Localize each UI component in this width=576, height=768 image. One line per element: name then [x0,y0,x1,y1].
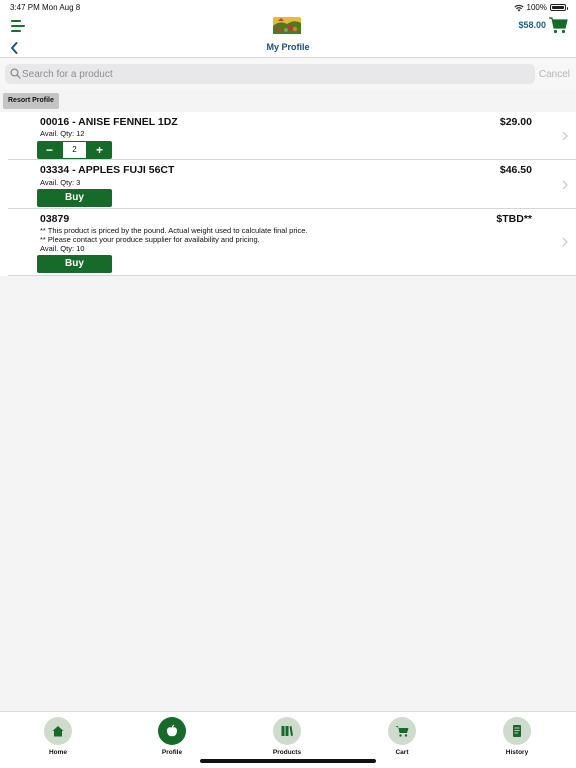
search-box[interactable] [5,64,535,84]
decrement-button[interactable]: − [37,141,62,159]
tab-icon-circle [503,717,531,745]
tab-icon-circle [44,717,72,745]
home-indicator [200,759,376,763]
tab-label: Cart [395,749,409,756]
tab-label: History [505,749,529,756]
status-time: 3:47 PM [10,3,40,12]
product-title: 03334 - APPLES FUJI 56CT [40,164,175,176]
tab-history[interactable]: History [487,716,547,760]
product-avail-qty: Avail. Qty: 10 [40,244,85,253]
product-price: $TBD** [496,213,532,225]
tab-label: Home [48,749,68,756]
status-indicators: 100% [513,3,568,12]
tab-products[interactable]: Products [257,716,317,760]
apple-icon [166,724,178,737]
product-note-contact: ** Please contact your produce supplier … [40,235,260,244]
product-avail-qty: Avail. Qty: 3 [40,178,81,187]
product-title: 03879 [40,213,70,225]
shopping-cart-icon[interactable] [548,15,568,35]
home-icon [52,726,64,737]
tab-icon-circle [388,717,416,745]
cart-icon [395,726,409,737]
document-icon [513,725,521,737]
product-price: $29.00 [499,116,532,128]
product-row[interactable]: 03879 $TBD** ** This product is priced b… [8,209,576,276]
product-row[interactable]: 03334 - APPLES FUJI 56CT $46.50 Avail. Q… [8,160,576,209]
tab-cart[interactable]: Cart [372,716,432,760]
status-date: Mon Aug 8 [42,3,81,12]
product-price: $46.50 [499,164,532,176]
buy-button[interactable]: Buy [37,255,112,273]
hamburger-icon[interactable] [11,20,25,32]
tab-label: Products [272,749,302,756]
tab-icon-circle [158,717,186,745]
battery-fill [552,6,564,9]
status-bar: 3:47 PM Mon Aug 8 100% [0,0,576,14]
wifi-icon [513,4,524,11]
battery-percent: 100% [526,3,547,12]
cancel-button[interactable]: Cancel [539,69,570,80]
product-note-pound: ** This product is priced by the pound. … [40,226,308,235]
resort-profile-button[interactable]: Resort Profile [3,93,59,109]
cart-total[interactable]: $58.00 [518,20,546,30]
search-bar: Cancel [0,59,576,90]
chevron-right-icon [562,180,568,190]
tab-icon-circle [273,717,301,745]
increment-button[interactable]: + [87,141,112,159]
nav-bar: My Profile [0,38,576,58]
quantity-field[interactable]: 2 [62,141,87,159]
books-icon [281,726,293,736]
battery-icon [550,4,568,11]
search-icon [10,68,21,79]
tab-label: Profile [161,749,183,756]
buy-button[interactable]: Buy [37,189,112,207]
product-list: 00016 - ANISE FENNEL 1DZ $29.00 Avail. Q… [0,112,576,276]
quantity-stepper: − 2 + [37,141,112,159]
search-input[interactable] [22,64,522,84]
product-avail-qty: Avail. Qty: 12 [40,129,85,138]
tab-profile[interactable]: Profile [142,716,202,760]
chevron-right-icon [562,131,568,141]
page-title: My Profile [266,42,310,52]
product-row[interactable]: 00016 - ANISE FENNEL 1DZ $29.00 Avail. Q… [8,112,576,160]
tab-home[interactable]: Home [28,716,88,760]
farm-produce-logo[interactable] [272,14,302,36]
chevron-right-icon [562,237,568,247]
product-title: 00016 - ANISE FENNEL 1DZ [40,116,178,128]
top-header: $58.00 [0,14,576,38]
